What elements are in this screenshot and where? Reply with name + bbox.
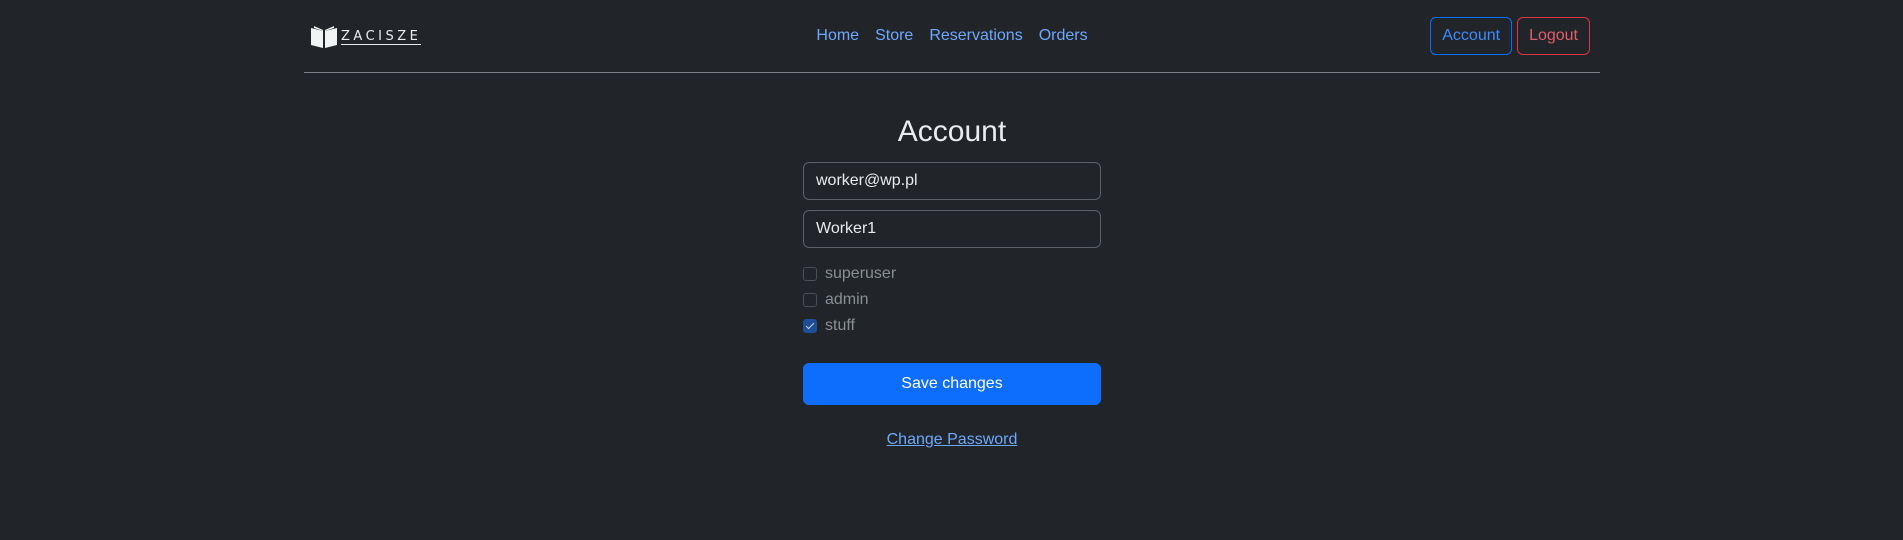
nav-link-orders[interactable]: Orders (1039, 26, 1088, 46)
checkbox-row-admin: admin (803, 287, 1101, 313)
account-form: Account superuser admin stuff Save chang… (803, 110, 1101, 449)
admin-checkbox[interactable] (803, 293, 817, 307)
top-navbar: ZACISZE Home Store Reservations Orders A… (304, 0, 1600, 73)
save-changes-button[interactable]: Save changes (803, 363, 1101, 405)
stuff-checkbox[interactable] (803, 319, 817, 333)
brand-name: ZACISZE (341, 28, 422, 45)
superuser-checkbox-label: superuser (825, 265, 897, 282)
nav-link-reservations[interactable]: Reservations (929, 26, 1022, 46)
open-book-icon (310, 25, 338, 49)
nav-link-store[interactable]: Store (875, 26, 913, 46)
nav-link-home[interactable]: Home (816, 26, 859, 46)
superuser-checkbox[interactable] (803, 267, 817, 281)
role-checkboxes: superuser admin stuff (803, 261, 1101, 339)
auth-buttons: Account Logout (1430, 17, 1590, 55)
change-password-link[interactable]: Change Password (803, 431, 1101, 449)
logout-button[interactable]: Logout (1517, 17, 1590, 55)
username-field[interactable] (803, 210, 1101, 248)
checkbox-row-superuser: superuser (803, 261, 1101, 287)
checkbox-row-stuff: stuff (803, 313, 1101, 339)
page-container: ZACISZE Home Store Reservations Orders A… (304, 0, 1600, 73)
admin-checkbox-label: admin (825, 291, 869, 308)
account-button[interactable]: Account (1430, 17, 1513, 55)
page-title: Account (897, 115, 1007, 148)
brand-logo[interactable]: ZACISZE (310, 25, 422, 49)
stuff-checkbox-label: stuff (825, 317, 855, 334)
main-nav: Home Store Reservations Orders (304, 26, 1600, 46)
email-field[interactable] (803, 162, 1101, 200)
